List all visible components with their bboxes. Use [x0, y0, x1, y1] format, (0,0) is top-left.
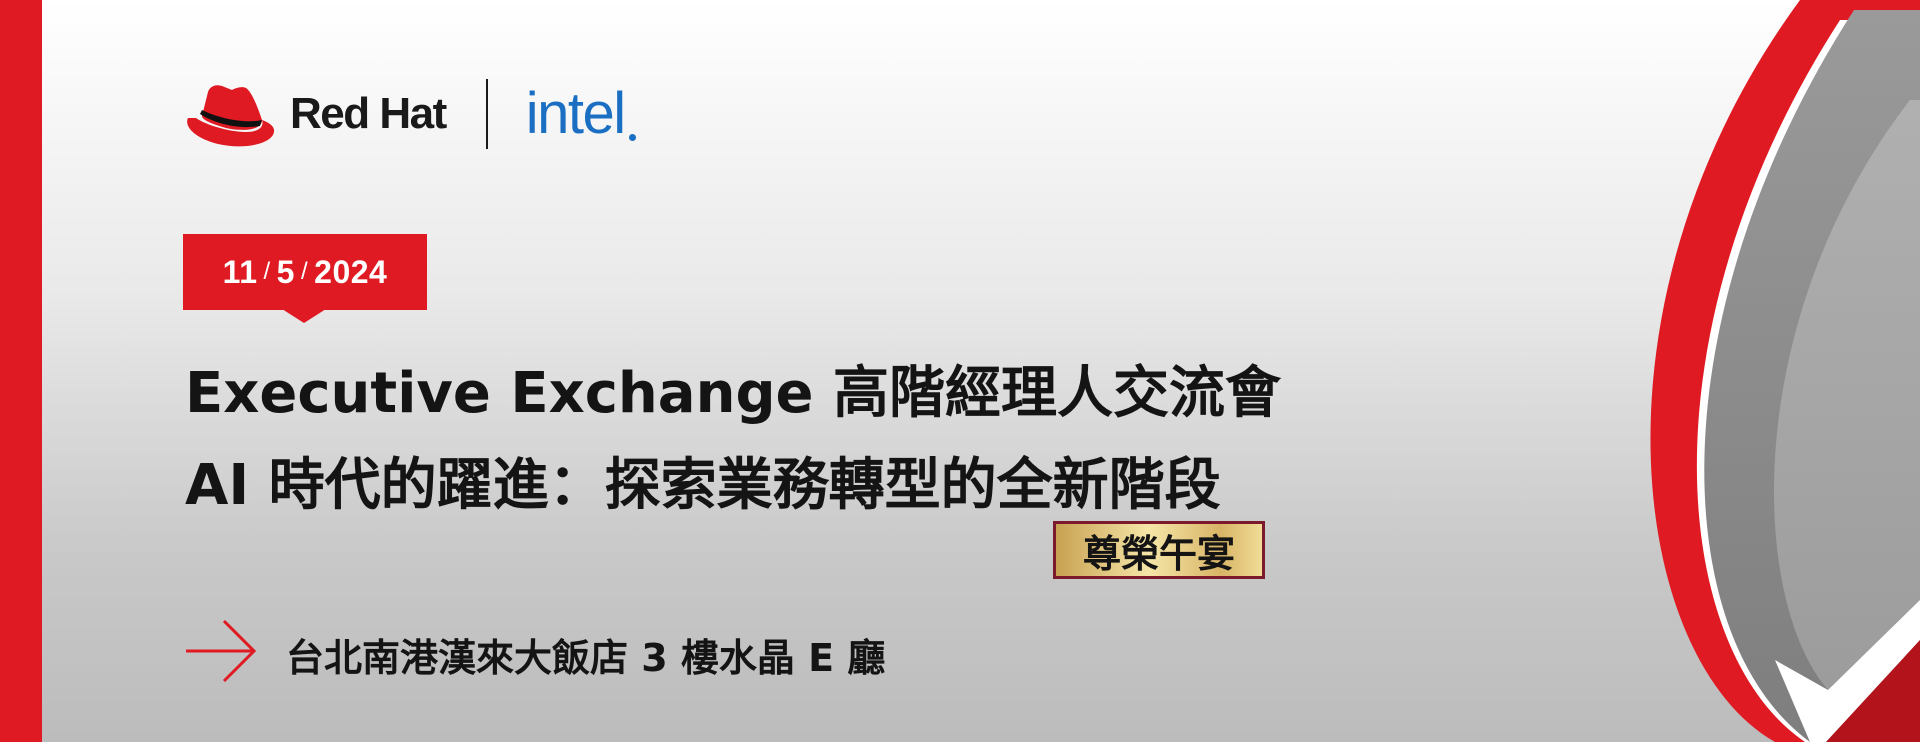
date-year: 2024	[314, 253, 388, 290]
decorative-curves	[1650, 0, 1920, 742]
event-date-badge: 11 / 5 / 2024	[183, 234, 427, 310]
arrow-right-icon	[186, 619, 257, 683]
logo-divider	[485, 79, 488, 149]
date-month: 11	[222, 253, 258, 290]
date-separator: /	[300, 258, 309, 285]
event-subtitle: AI 時代的躍進：探索業務轉型的全新階段	[185, 453, 1221, 518]
luncheon-tag: 尊榮午宴	[1053, 521, 1265, 579]
left-red-stripe	[0, 0, 42, 742]
intel-wordmark: intel	[526, 85, 636, 143]
red-hat-wordmark: Red Hat	[290, 89, 447, 138]
red-hat-fedora-icon	[187, 85, 275, 147]
event-title: Executive Exchange 高階經理人交流會	[185, 361, 1282, 426]
date-separator: /	[263, 258, 271, 285]
date-badge-pointer	[282, 309, 326, 323]
date-day: 5	[276, 253, 295, 290]
sponsor-logos: Red Hat intel	[182, 78, 636, 150]
venue-text: 台北南港漢來大飯店 3 樓水晶 E 廳	[286, 636, 886, 680]
intel-wordmark-text: intel	[525, 81, 626, 146]
intel-dot	[628, 134, 636, 141]
